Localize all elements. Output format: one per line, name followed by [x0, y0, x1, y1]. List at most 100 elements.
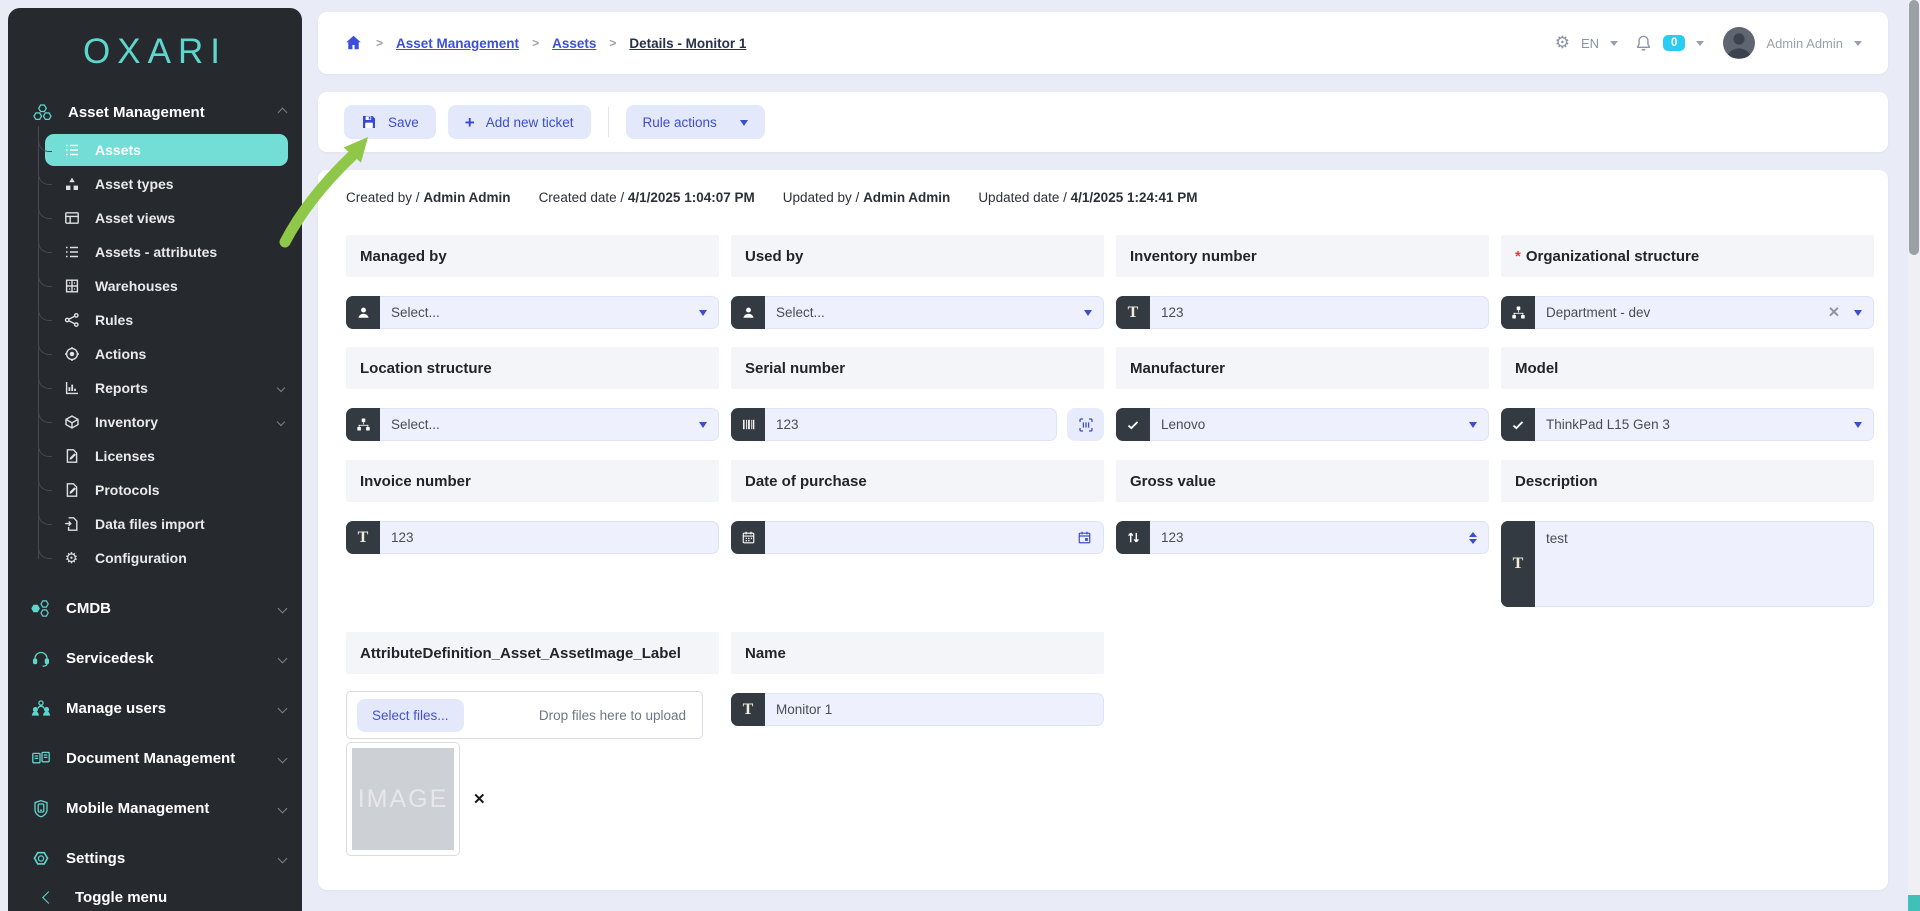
check-icon [1116, 408, 1150, 441]
building-icon [63, 278, 80, 295]
document-import-icon [63, 516, 80, 533]
sidebar-item-protocols[interactable]: Protocols [8, 473, 302, 507]
toggle-menu-button[interactable]: Toggle menu [8, 883, 302, 911]
chevron-down-icon[interactable] [1696, 41, 1704, 50]
toolbar: Save + Add new ticket Rule actions [318, 92, 1888, 152]
sidebar-item-reports[interactable]: Reports [8, 371, 302, 405]
sidebar-item-configuration[interactable]: ⚙ Configuration [8, 541, 302, 575]
sidebar-group-asset-management[interactable]: Asset Management [8, 96, 302, 128]
header-actions: ⚙ EN 0 Admin Admin [1555, 27, 1862, 59]
sidebar-item-assets-attributes[interactable]: Assets - attributes [8, 235, 302, 269]
bell-icon[interactable] [1635, 34, 1652, 52]
calendar-icon [731, 521, 765, 554]
field-serial-number: Serial number 123 [731, 347, 1104, 441]
document-edit-icon [63, 448, 80, 465]
headset-icon [30, 648, 52, 668]
gear-icon[interactable]: ⚙ [1555, 33, 1570, 53]
hexagon-cluster-icon [30, 598, 52, 618]
chevron-down-icon [740, 120, 748, 130]
field-inventory-number: Inventory number T 123 [1116, 235, 1489, 329]
user-name[interactable]: Admin Admin [1766, 36, 1843, 51]
organizational-structure-select[interactable]: Department - dev✕ [1501, 296, 1874, 329]
remove-file-icon[interactable]: ✕ [473, 790, 486, 808]
field-used-by: Used by Select... [731, 235, 1104, 329]
sidebar-item-licenses[interactable]: Licenses [8, 439, 302, 473]
field-label: Model [1501, 347, 1874, 389]
box-icon [63, 414, 80, 431]
mobile-icon [30, 798, 52, 818]
chevron-down-icon[interactable] [699, 422, 707, 432]
name-input[interactable]: T Monitor 1 [731, 693, 1104, 726]
barcode-icon [731, 408, 765, 441]
sidebar-section-mobile-management[interactable]: Mobile Management [8, 783, 302, 833]
sidebar-item-actions[interactable]: Actions [8, 337, 302, 371]
inventory-number-input[interactable]: T 123 [1116, 296, 1489, 329]
serial-number-input[interactable]: 123 [765, 408, 1057, 441]
chevron-down-icon [278, 653, 288, 663]
chevron-down-icon[interactable] [1854, 41, 1862, 50]
chevron-down-icon[interactable] [1610, 41, 1618, 50]
location-structure-select[interactable]: Select... [346, 408, 719, 441]
rule-actions-button[interactable]: Rule actions [626, 105, 765, 139]
chevron-down-icon [278, 853, 288, 863]
chevron-up-icon [278, 107, 288, 117]
description-textarea[interactable]: T test [1501, 521, 1874, 607]
model-select[interactable]: ThinkPad L15 Gen 3 [1501, 408, 1874, 441]
sidebar-section-settings[interactable]: Settings [8, 833, 302, 883]
barcode-scan-button[interactable] [1067, 408, 1104, 441]
sitemap-icon [1501, 296, 1535, 329]
used-by-select[interactable]: Select... [731, 296, 1104, 329]
sort-arrows-icon [1116, 521, 1150, 554]
chevron-down-icon[interactable] [1854, 422, 1862, 432]
sidebar-item-asset-types[interactable]: Asset types [8, 167, 302, 201]
sidebar-item-asset-views[interactable]: Asset views [8, 201, 302, 235]
home-icon[interactable] [344, 34, 363, 52]
sidebar-section-manage-users[interactable]: Manage users [8, 683, 302, 733]
field-label: Description [1501, 460, 1874, 502]
chevron-down-icon[interactable] [699, 310, 707, 320]
toolbar-divider [608, 107, 609, 137]
avatar[interactable] [1723, 27, 1755, 59]
scrollbar-thumb[interactable] [1909, 0, 1919, 255]
chevron-down-icon [278, 753, 288, 763]
text-T-icon: T [731, 693, 765, 726]
manufacturer-select[interactable]: Lenovo [1116, 408, 1489, 441]
field-label: Location structure [346, 347, 719, 389]
chevron-down-icon[interactable] [1084, 310, 1092, 320]
sidebar-section-cmdb[interactable]: CMDB [8, 583, 302, 633]
language-selector[interactable]: EN [1581, 36, 1599, 51]
managed-by-select[interactable]: Select... [346, 296, 719, 329]
breadcrumb-link-asset-management[interactable]: Asset Management [396, 36, 519, 51]
check-icon [1501, 408, 1535, 441]
sidebar-section-document-management[interactable]: Document Management [8, 733, 302, 783]
sidebar-item-inventory[interactable]: Inventory [8, 405, 302, 439]
save-button[interactable]: Save [344, 105, 436, 139]
add-new-ticket-button[interactable]: + Add new ticket [448, 105, 591, 139]
gross-value-input[interactable]: 123 [1116, 521, 1489, 554]
chevron-down-icon[interactable] [1854, 310, 1862, 320]
breadcrumb-link-assets[interactable]: Assets [552, 36, 596, 51]
chevron-down-icon [278, 603, 288, 613]
sidebar-item-assets[interactable]: Assets [45, 134, 288, 166]
share-nodes-icon [63, 312, 80, 329]
calendar-picker-icon[interactable] [1077, 530, 1092, 545]
chevron-down-icon[interactable] [1469, 422, 1477, 432]
date-of-purchase-input[interactable] [731, 521, 1104, 554]
number-stepper[interactable] [1469, 528, 1477, 548]
text-T-icon: T [346, 521, 380, 554]
field-asset-image: AttributeDefinition_Asset_AssetImage_Lab… [346, 632, 719, 856]
brand-logo: OXARI [8, 8, 302, 72]
invoice-number-input[interactable]: T 123 [346, 521, 719, 554]
sidebar-section-servicedesk[interactable]: Servicedesk [8, 633, 302, 683]
select-files-button[interactable]: Select files... [357, 699, 464, 732]
sidebar-item-data-files-import[interactable]: Data files import [8, 507, 302, 541]
image-thumbnail[interactable]: IMAGE [346, 742, 460, 856]
file-dropzone[interactable]: Select files... Drop files here to uploa… [346, 691, 703, 739]
clear-icon[interactable]: ✕ [1828, 305, 1840, 321]
sidebar-tree: Assets Asset types Asset views Assets - … [8, 134, 302, 575]
sidebar-item-warehouses[interactable]: Warehouses [8, 269, 302, 303]
list-icon [63, 244, 80, 261]
field-description: Description T test [1501, 460, 1874, 607]
record-meta: Created by / Admin Admin Created date / … [346, 190, 1874, 205]
sidebar-item-rules[interactable]: Rules [8, 303, 302, 337]
